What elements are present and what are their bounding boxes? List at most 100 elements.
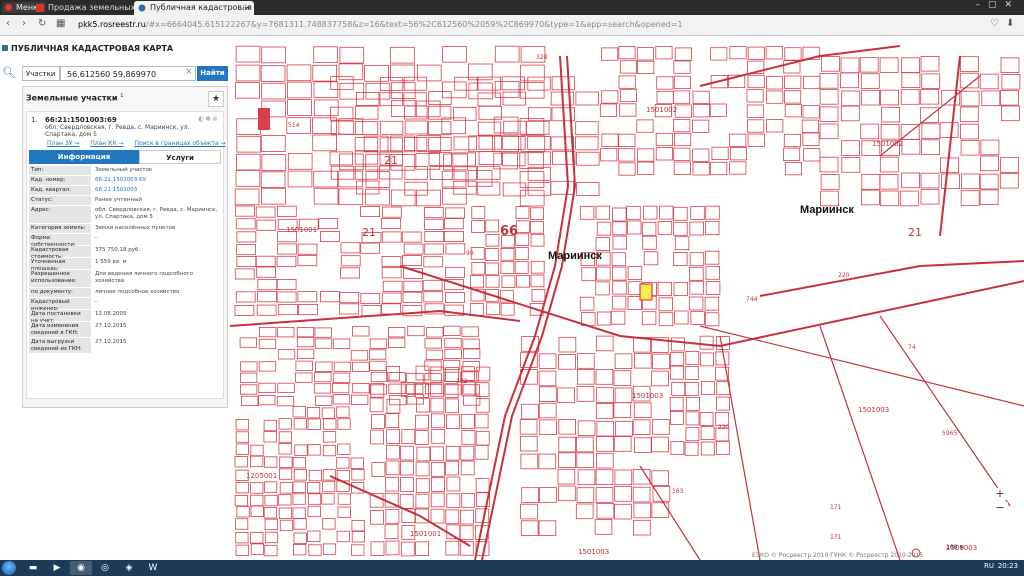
search-icon[interactable]: 🔍︎ [2,66,16,79]
plan-zu-link[interactable]: План ЗУ → [47,140,79,147]
clear-search-icon[interactable]: × [185,67,193,77]
parcel-outline [613,402,632,418]
parcel-outline [287,153,313,170]
parcel-outline [705,221,720,235]
parcel-outline [250,532,264,544]
zoom-out-button[interactable]: − [992,502,1008,514]
url-field[interactable]: pkk5.rosreestr.ru/#x=6664045.615122267&y… [78,18,978,31]
start-button-icon[interactable] [2,561,16,575]
window-controls[interactable]: –▢✕ [975,0,1020,10]
parcel-outline [530,260,545,274]
search-type-select[interactable]: Участки ▾ [22,66,60,93]
parcel-outline [340,242,361,254]
chrome-icon[interactable]: ◎ [94,561,116,575]
app-icon[interactable]: ◈ [118,561,140,575]
parcel-outline [443,218,464,230]
parcel-outline [263,507,278,519]
parcel-outline [530,220,544,234]
forward-icon[interactable]: › [22,18,26,29]
parcel-outline [651,370,669,387]
parcel-outline [784,162,802,176]
heart-icon[interactable]: ♡ [990,18,999,29]
parcel-outline [633,402,652,418]
parcel-outline [424,218,444,230]
back-icon[interactable]: ‹ [6,18,10,29]
plan-kk-link[interactable]: План КК → [90,140,123,147]
parcel-outline [673,221,688,236]
parcel-outline [747,74,765,89]
tab-land-sale[interactable]: Продажа земельных уч... [32,1,148,15]
parcel-outline [399,494,414,509]
zoom-in-button[interactable]: + [992,488,1008,500]
parcel-outline [307,418,321,430]
app-title: ПУБЛИЧНАЯ КАДАСТРОВАЯ КАРТА [2,44,173,53]
parcel-outline [601,47,619,61]
parcel-outline [577,369,595,385]
result-action-icons[interactable]: ◐✱⊗ [198,115,219,123]
new-tab-button[interactable]: + [240,0,249,13]
parcel-outline [485,274,500,288]
word-icon[interactable]: W [142,561,164,575]
speed-dial-icon[interactable]: ▦ [56,18,65,29]
parcel-outline [520,453,539,470]
parcel-outline [287,170,313,188]
parcel-outline [484,262,499,276]
favorite-star-icon[interactable]: ★ [208,91,224,107]
parcel-outline [255,206,276,218]
attribute-value: личное подсобное хозяйство [95,289,180,295]
parcel-outline [595,403,614,419]
parcel-outline [401,429,416,444]
download-icon[interactable]: ⬇ [1006,18,1014,29]
parcel-outline [633,519,651,536]
parcel-outline [354,165,379,180]
parcel-outline [385,444,400,460]
parcel-outline [306,406,321,419]
parcel-outline [293,418,307,430]
reload-icon[interactable]: ↻ [38,18,46,29]
opera-taskbar-icon[interactable]: ◉ [70,561,92,575]
language-indicator[interactable]: RU [984,562,994,570]
parcel-outline [514,261,529,274]
parcel-outline [704,312,720,327]
search-input[interactable]: 56,612560 59,869970 [60,66,196,81]
parcel-outline [614,469,633,486]
find-button[interactable]: Найти [197,66,228,81]
attribute-value[interactable]: 66:21:1501003 [93,186,221,195]
tab-information[interactable]: Информация [29,150,139,164]
parcel-outline [673,60,691,74]
quarter-label: 1501002 [872,140,904,148]
parcel-outline [656,76,674,90]
parcel-outline [294,444,308,456]
parcel-result[interactable]: 1. 66:21:1501003:69 ◐✱⊗ обл. Свердловска… [26,111,226,399]
media-player-icon[interactable]: ▶ [46,561,68,575]
attribute-value[interactable]: 66:21:1501003:69 [93,176,221,185]
parcel-outline [370,371,389,383]
parcel-outline [715,440,730,455]
parcel-outline [368,349,387,360]
parcel-outline [527,136,551,150]
parcel-outline [701,380,715,395]
parcel-outline [415,461,430,477]
selected-parcel[interactable] [639,283,653,301]
parcel-outline [236,255,257,267]
parcel-outline [429,166,454,180]
parcel-outline [618,75,636,89]
system-clock[interactable]: 20:23 [998,562,1018,570]
parcel-outline [314,395,333,406]
tab-cadastral-map[interactable]: Публичная кадастровая к... × [134,1,254,15]
tab-services[interactable]: Услуги [139,150,221,164]
parcel-outline [234,494,248,507]
parcel-outline [360,292,381,304]
parcel-outline [320,230,340,242]
explorer-icon[interactable]: ▬ [22,561,44,575]
browser-tab-bar: Меню Продажа земельных уч... Публичная к… [0,0,1024,15]
parcel-outline [516,274,530,288]
parcel-outline [840,105,860,122]
parcel-outline [258,338,277,350]
parcel-outline [424,243,445,255]
parcel-outline [601,133,619,147]
search-bounds-link[interactable]: Поиск в границах объекта → [134,140,225,147]
parcel-outline [784,90,802,104]
parcel-outline [278,418,292,430]
parcel-outline [636,119,654,133]
